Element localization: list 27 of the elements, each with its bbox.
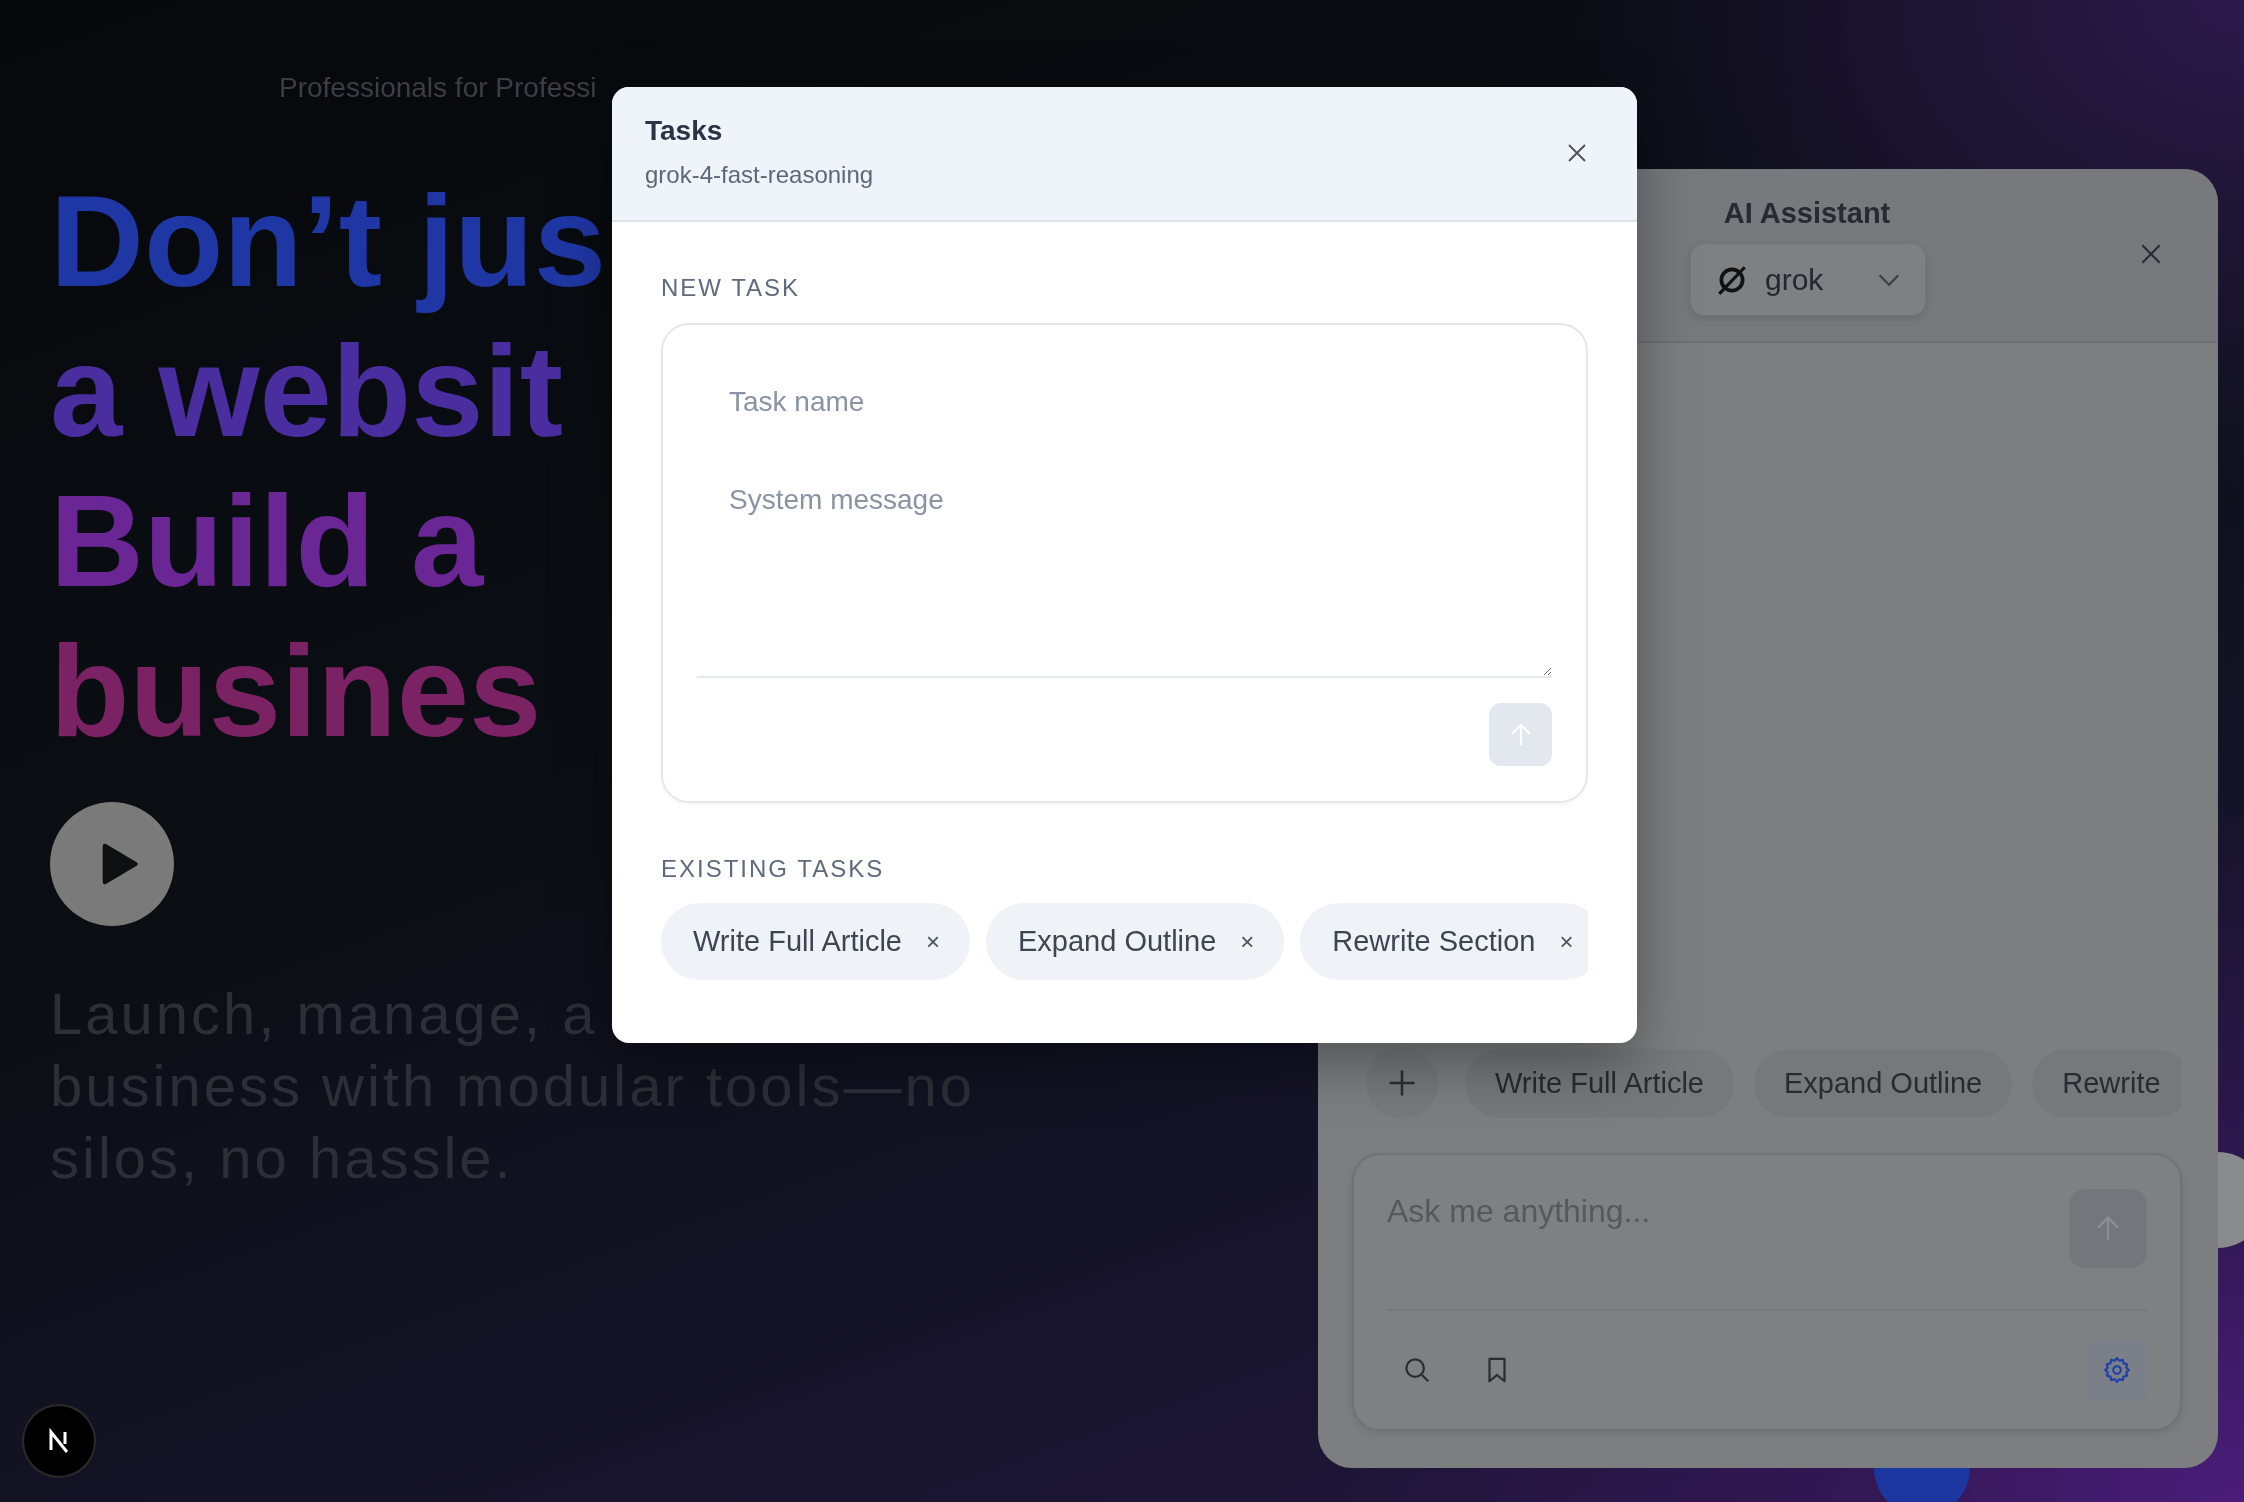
- dialog-title: Tasks: [645, 114, 724, 148]
- logo-icon[interactable]: [24, 1406, 94, 1476]
- remove-button[interactable]: ×: [1559, 927, 1574, 956]
- remove-button[interactable]: ×: [925, 927, 940, 956]
- model-select[interactable]: grok: [1690, 243, 1926, 316]
- plus-icon: [1387, 1068, 1417, 1098]
- task-label: Rewrite Section: [1332, 925, 1536, 958]
- headline-line: busines: [50, 617, 543, 766]
- remove-button[interactable]: ×: [1240, 927, 1255, 956]
- task-label: Expand Outline: [1017, 925, 1217, 958]
- task-chip[interactable]: Write Full Article ×: [661, 903, 970, 980]
- system-message-field[interactable]: System message: [697, 449, 1552, 678]
- search-icon[interactable]: [1402, 1355, 1432, 1385]
- gear-icon: [2102, 1355, 2132, 1385]
- headline-line: Build a: [50, 467, 485, 616]
- panel-title: AI Assistant: [1723, 196, 1891, 231]
- task-chip[interactable]: Rewrite Section ×: [1300, 903, 1588, 980]
- headline-line: a websit: [50, 317, 564, 466]
- task-label: Write Full Article: [693, 925, 902, 958]
- task-name-field[interactable]: Task name: [697, 355, 1552, 450]
- model-name: grok-4-fast-reasoning: [645, 160, 874, 190]
- headline-line: Don’t jus: [50, 167, 608, 316]
- settings-button[interactable]: [2086, 1339, 2148, 1401]
- section-heading: EXISTING TASKS: [661, 855, 886, 883]
- new-task-form[interactable]: Task name System message: [661, 323, 1588, 803]
- section-heading: NEW TASK: [661, 274, 802, 302]
- task-chip[interactable]: Expand Outline ×: [985, 903, 1285, 980]
